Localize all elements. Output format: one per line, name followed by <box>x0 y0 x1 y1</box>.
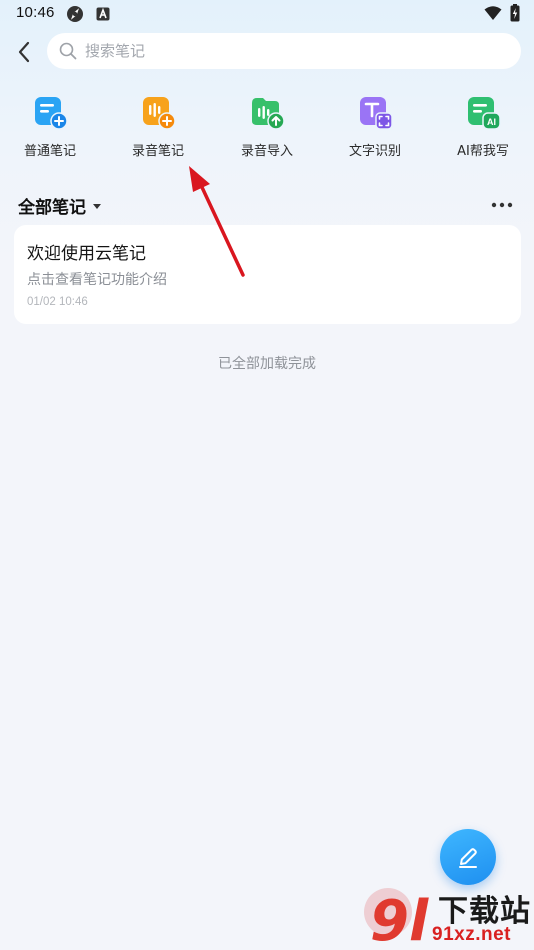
note-summary: 点击查看笔记功能介绍 <box>27 272 167 288</box>
ai-write-icon: AI <box>468 97 501 130</box>
note-add-icon <box>35 97 68 130</box>
quick-actions: 普通笔记 录音笔记 录音导入 文字识别 AI AI帮我写 <box>0 90 534 170</box>
section-title: 全部笔记 <box>18 198 86 218</box>
chevron-left-icon <box>18 41 30 63</box>
status-right-icons <box>484 4 520 22</box>
search-icon <box>59 42 77 60</box>
more-horizontal-icon <box>491 202 513 208</box>
quick-action-label: AI帮我写 <box>457 144 509 159</box>
new-note-fab[interactable] <box>440 829 496 885</box>
quick-action-label: 普通笔记 <box>23 144 76 159</box>
battery-charging-icon <box>510 4 520 22</box>
quick-action-text-recognition[interactable]: 文字识别 <box>325 90 425 166</box>
back-button[interactable] <box>10 38 38 66</box>
wifi-icon <box>484 6 502 20</box>
text-recognition-icon <box>360 97 393 130</box>
watermark-domain: 91xz.net <box>432 924 511 945</box>
more-button[interactable] <box>490 196 514 214</box>
quick-action-audio-note[interactable]: 录音笔记 <box>108 90 208 166</box>
search-input[interactable] <box>83 41 487 61</box>
list-footer: 已全部加载完成 <box>218 356 316 372</box>
quick-action-ai-write[interactable]: AI AI帮我写 <box>433 90 533 166</box>
watermark-logo-text: 9l <box>370 889 429 950</box>
note-timestamp: 01/02 10:46 <box>27 296 88 308</box>
status-time: 10:46 <box>16 4 55 21</box>
note-title: 欢迎使用云笔记 <box>27 244 146 264</box>
note-card[interactable]: 欢迎使用云笔记 点击查看笔记功能介绍 01/02 10:46 <box>14 225 521 324</box>
watermark-logo: 9l <box>364 888 429 950</box>
caret-down-icon <box>93 203 101 209</box>
network-activity-icon <box>67 6 83 22</box>
quick-action-label: 文字识别 <box>348 144 401 159</box>
audio-note-add-icon <box>143 97 176 130</box>
search-bar[interactable] <box>47 33 521 69</box>
quick-action-audio-import[interactable]: 录音导入 <box>217 90 317 166</box>
watermark: 9l 下载站 91xz.net <box>360 884 534 950</box>
quick-action-label: 录音笔记 <box>131 144 184 159</box>
quick-action-normal-note[interactable]: 普通笔记 <box>0 90 100 166</box>
quick-action-label: 录音导入 <box>240 144 293 159</box>
svg-text:AI: AI <box>487 117 496 127</box>
status-left-icons <box>66 5 110 23</box>
pencil-icon <box>459 848 477 868</box>
keyboard-a-icon <box>96 7 110 21</box>
all-notes-filter[interactable]: 全部笔记 <box>18 193 104 218</box>
audio-import-icon <box>252 98 285 130</box>
status-bar: 10:46 <box>0 0 534 28</box>
